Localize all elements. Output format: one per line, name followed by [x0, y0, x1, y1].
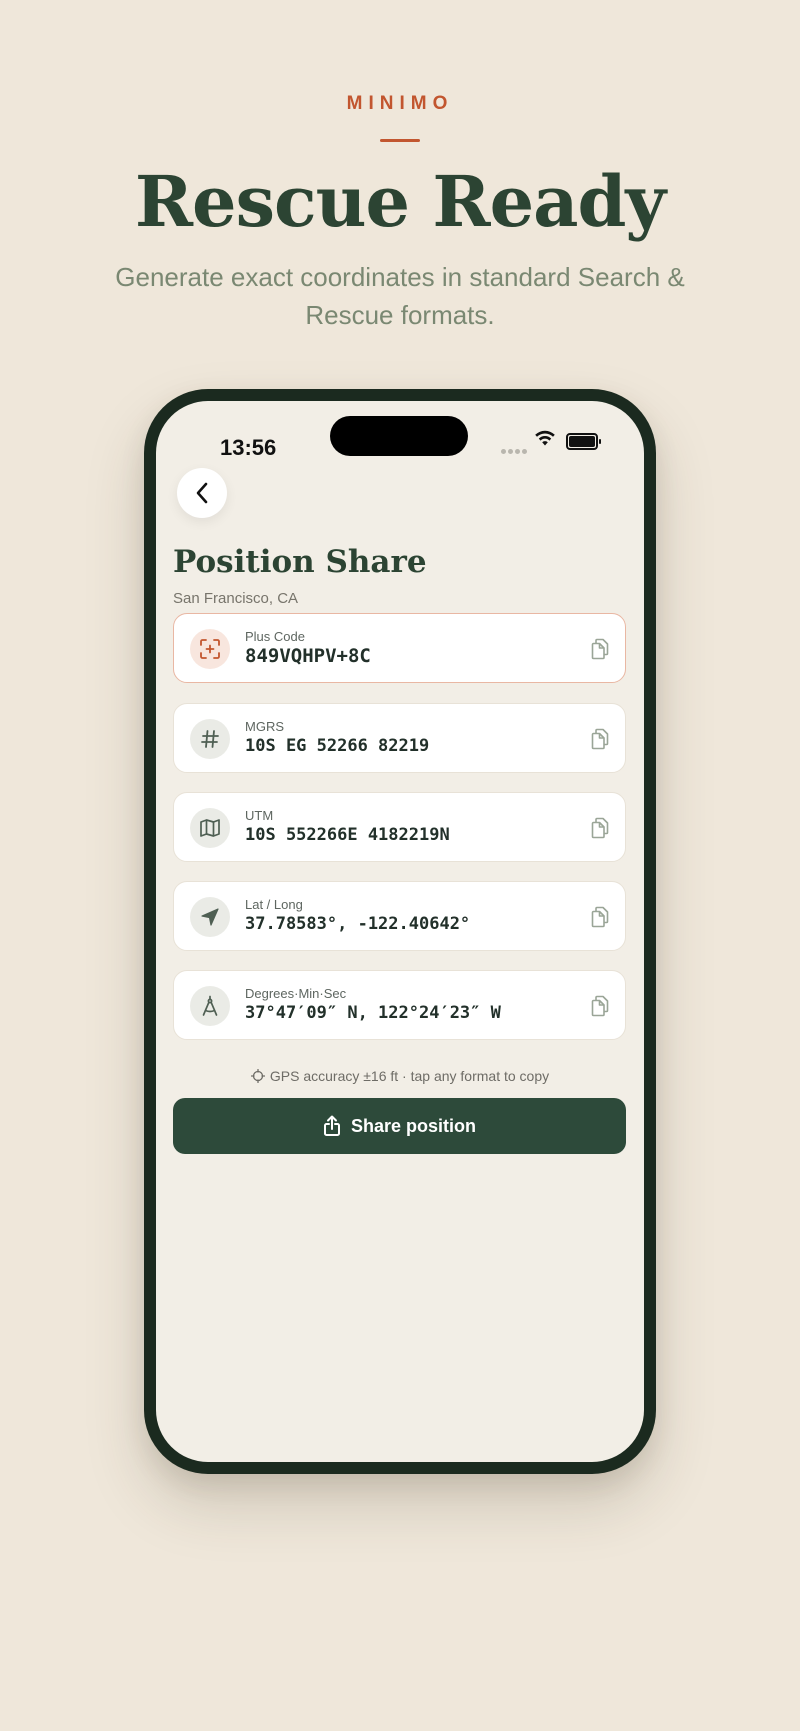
- location-label: San Francisco, CA: [173, 590, 299, 607]
- copy-icon[interactable]: [589, 637, 611, 661]
- wifi-icon: [535, 430, 555, 446]
- status-time: 13:56: [220, 435, 277, 460]
- navigation-arrow-icon: [201, 908, 219, 926]
- icon-badge: [190, 808, 230, 848]
- map-icon: [200, 819, 220, 837]
- page-title: Position Share: [173, 544, 427, 580]
- compass-icon: [202, 995, 218, 1016]
- battery-icon: [566, 433, 601, 450]
- crosshair-icon: [250, 1068, 266, 1084]
- gps-accuracy-hint: GPS accuracy ±16 ft · tap any format to …: [156, 1068, 644, 1084]
- icon-badge: [190, 986, 230, 1026]
- copy-icon[interactable]: [589, 905, 611, 929]
- format-card-plus-code[interactable]: Plus Code 849VQHPV+8C: [173, 613, 626, 683]
- share-icon: [323, 1115, 340, 1136]
- dynamic-island: [330, 416, 468, 456]
- format-value: 37.78583°, -122.40642°: [245, 914, 471, 934]
- share-position-button[interactable]: Share position: [173, 1098, 626, 1154]
- format-value: 37°47′09″ N, 122°24′23″ W: [245, 1003, 501, 1023]
- subtitle: Generate exact coordinates in standard S…: [115, 262, 685, 330]
- format-value: 10S 552266E 4182219N: [245, 825, 450, 845]
- format-label: Plus Code: [245, 629, 305, 644]
- format-value: 10S EG 52266 82219: [245, 736, 430, 756]
- hash-icon: [201, 730, 219, 748]
- icon-badge: [190, 719, 230, 759]
- back-button[interactable]: [177, 468, 227, 518]
- format-label: MGRS: [245, 719, 284, 734]
- format-label: Degrees·Min·Sec: [245, 986, 347, 1001]
- phone-frame: 13:56 Position Share San Francisco, CA P…: [144, 389, 656, 1474]
- copy-icon[interactable]: [589, 727, 611, 751]
- copy-icon[interactable]: [589, 994, 611, 1018]
- brand-name: MINIMO: [346, 93, 454, 114]
- format-value: 849VQHPV+8C: [245, 645, 371, 667]
- format-card-lat-long[interactable]: Lat / Long 37.78583°, -122.40642°: [173, 881, 626, 951]
- icon-badge: [190, 629, 230, 669]
- icon-badge: [190, 897, 230, 937]
- phone-screen: 13:56 Position Share San Francisco, CA P…: [156, 401, 644, 1462]
- hint-text: GPS accuracy ±16 ft · tap any format to …: [269, 1068, 550, 1084]
- format-label: Lat / Long: [245, 897, 303, 912]
- chevron-left-icon: [196, 482, 208, 504]
- cellular-signal-icon: [501, 441, 529, 459]
- copy-icon[interactable]: [589, 816, 611, 840]
- format-card-utm[interactable]: UTM 10S 552266E 4182219N: [173, 792, 626, 862]
- format-card-mgrs[interactable]: MGRS 10S EG 52266 82219: [173, 703, 626, 773]
- format-card-dms[interactable]: Degrees·Min·Sec 37°47′09″ N, 122°24′23″ …: [173, 970, 626, 1040]
- brand-divider: [380, 139, 420, 142]
- plus-code-scan-icon: [200, 639, 220, 659]
- format-label: UTM: [245, 808, 274, 823]
- share-button-label: Share position: [350, 1115, 476, 1136]
- headline: Rescue Ready: [134, 160, 666, 243]
